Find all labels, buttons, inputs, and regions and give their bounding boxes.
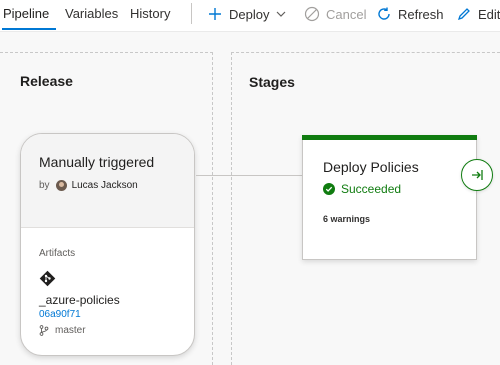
release-card[interactable]: Manually triggered by Lucas Jackson Arti… bbox=[20, 133, 195, 356]
refresh-label: Refresh bbox=[398, 6, 444, 22]
tab-variables[interactable]: Variables bbox=[65, 6, 118, 21]
cancel-button[interactable]: Cancel bbox=[304, 5, 366, 23]
tab-pipeline[interactable]: Pipeline bbox=[3, 6, 49, 21]
artifact-name: _azure-policies bbox=[39, 293, 120, 307]
stage-warnings[interactable]: 6 warnings bbox=[323, 214, 370, 224]
stage-status: Succeeded bbox=[323, 182, 401, 196]
cancel-icon bbox=[304, 6, 320, 22]
stage-card[interactable]: Deploy Policies Succeeded 6 warnings bbox=[302, 135, 477, 260]
artifacts-label: Artifacts bbox=[39, 248, 76, 259]
deploy-label: Deploy bbox=[229, 6, 270, 22]
edit-button[interactable]: Edit bbox=[456, 5, 500, 23]
deploy-arrow-icon bbox=[472, 170, 483, 180]
stage-status-bar bbox=[302, 135, 477, 140]
refresh-button[interactable]: Refresh bbox=[376, 5, 444, 23]
stages-heading: Stages bbox=[249, 74, 295, 90]
tab-history[interactable]: History bbox=[130, 6, 170, 21]
branch-row: master bbox=[39, 325, 86, 336]
trigger-title: Manually triggered bbox=[39, 154, 155, 170]
by-prefix: by bbox=[39, 180, 50, 191]
check-circle-icon bbox=[323, 183, 335, 195]
branch-icon bbox=[39, 325, 49, 336]
chevron-down-icon bbox=[277, 11, 286, 17]
toolbar: Pipeline Variables History Deploy Cancel… bbox=[0, 0, 500, 31]
active-tab-indicator bbox=[2, 28, 56, 30]
release-heading: Release bbox=[20, 73, 73, 89]
deploy-button[interactable]: Deploy bbox=[207, 5, 287, 23]
refresh-icon bbox=[378, 7, 390, 20]
pipeline-connector bbox=[196, 175, 302, 176]
edit-label: Edit bbox=[478, 6, 500, 22]
deploy-stage-button[interactable] bbox=[461, 159, 493, 191]
git-icon bbox=[39, 270, 56, 287]
avatar bbox=[55, 180, 67, 191]
toolbar-divider bbox=[191, 3, 192, 24]
cancel-label: Cancel bbox=[326, 6, 367, 22]
edit-icon bbox=[457, 8, 470, 21]
plus-icon bbox=[209, 8, 221, 20]
branch-name: master bbox=[55, 325, 86, 336]
stage-name: Deploy Policies bbox=[323, 159, 419, 175]
triggered-by: by Lucas Jackson bbox=[39, 180, 138, 191]
user-name: Lucas Jackson bbox=[71, 180, 138, 191]
stage-status-text: Succeeded bbox=[341, 182, 402, 196]
commit-link[interactable]: 06a90f71 bbox=[39, 309, 81, 320]
